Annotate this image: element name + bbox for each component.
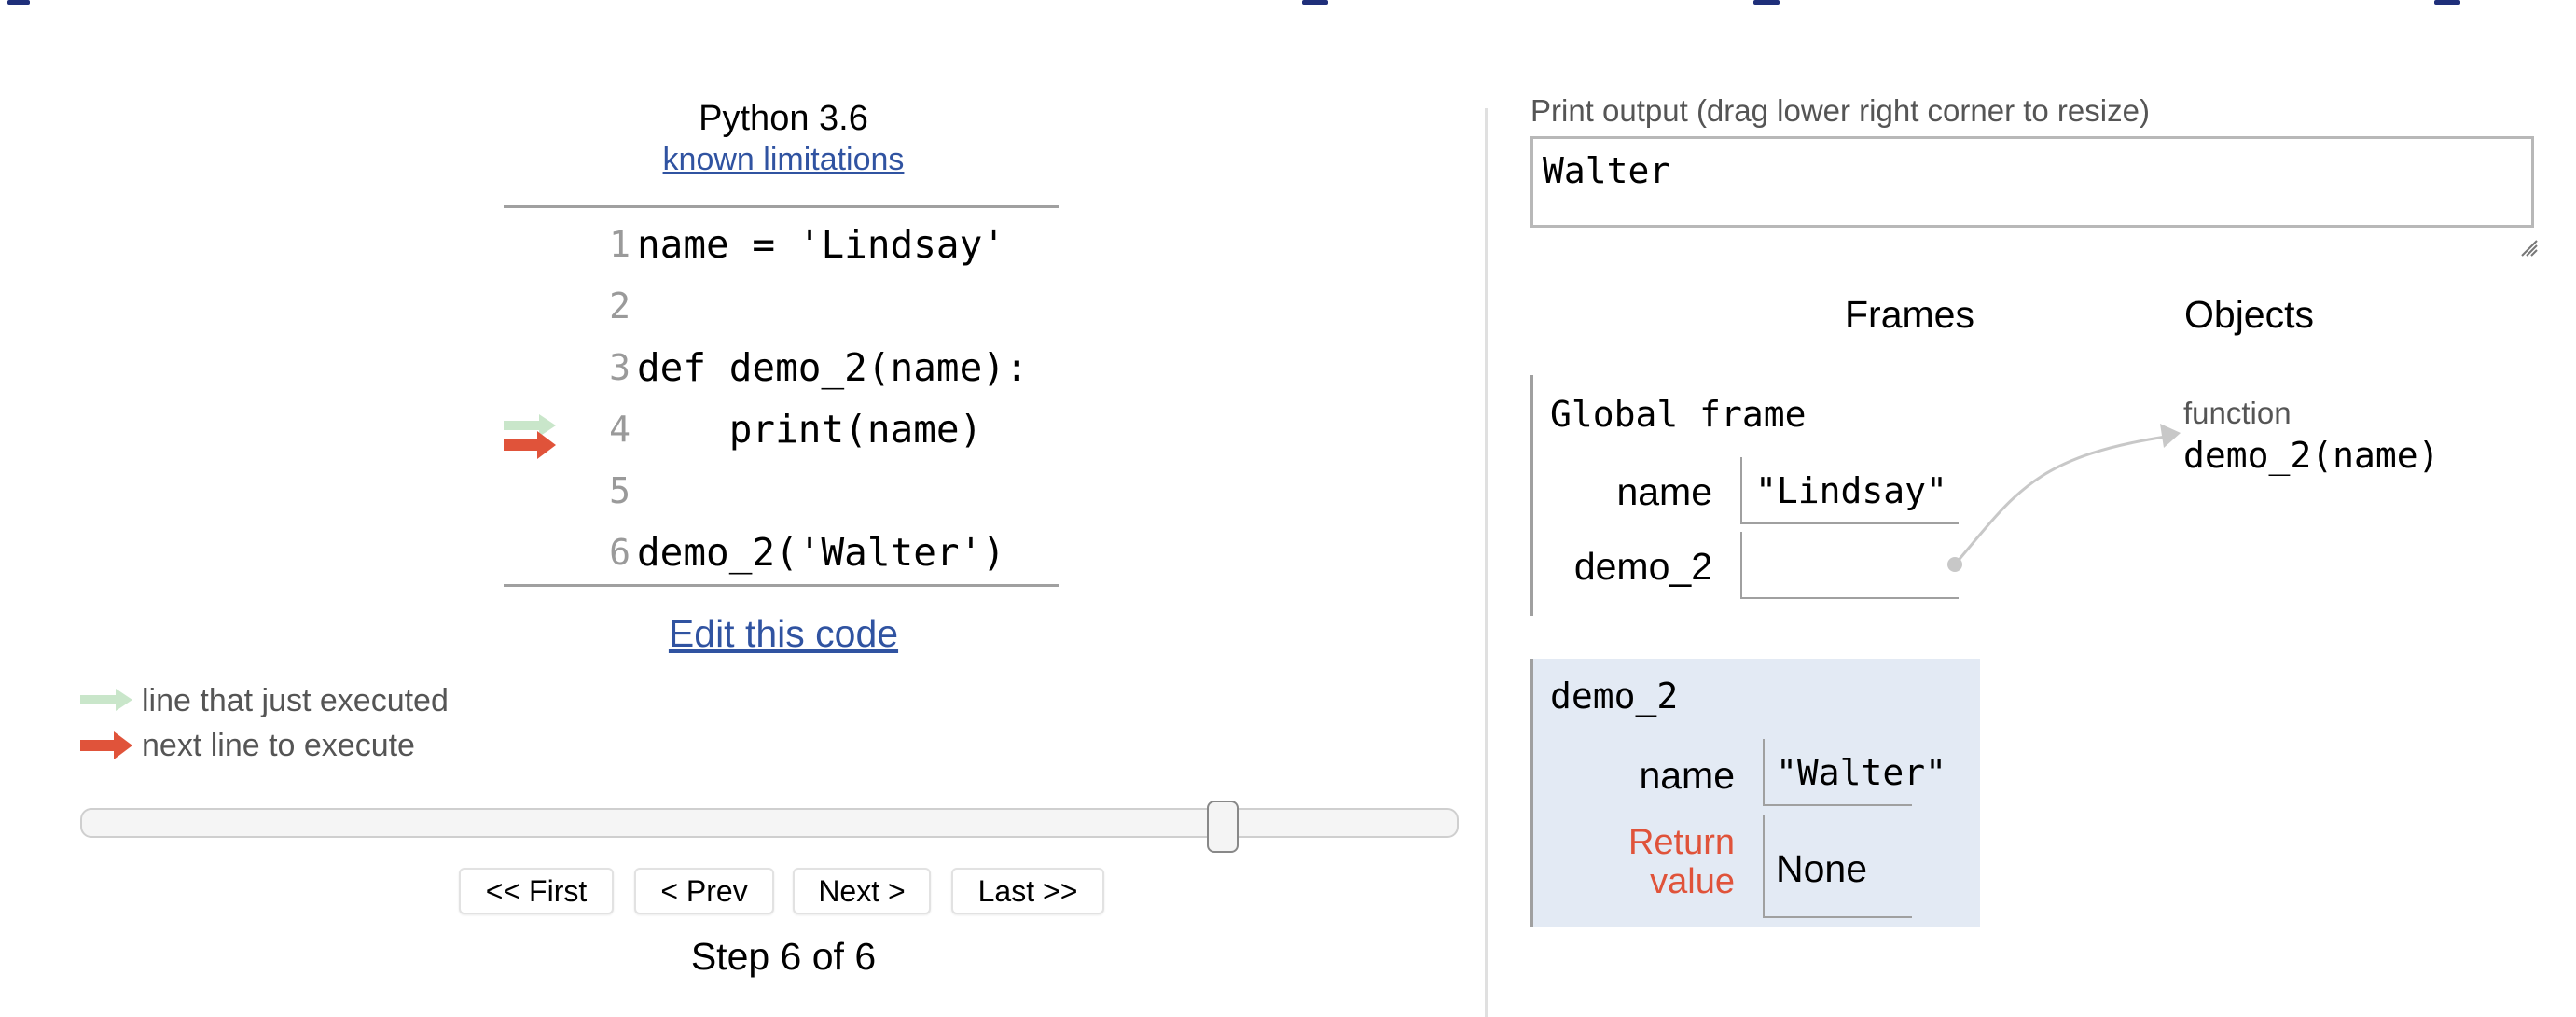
code-text: print(name) [637, 407, 983, 452]
return-value: None [1776, 847, 1868, 890]
var-name-name: name [1639, 754, 1735, 797]
language-label: Python 3.6 [699, 99, 868, 138]
global-frame-border [1530, 375, 1533, 616]
var-value-box-name: "Walter" [1763, 739, 1946, 806]
next-line-arrow-icon [504, 431, 556, 459]
column-divider [1485, 108, 1488, 1017]
print-output-label: Print output (drag lower right corner to… [1530, 93, 2150, 128]
global-frame-title: Global frame [1550, 394, 1807, 435]
demo2-frame-title: demo_2 [1550, 676, 1679, 717]
header-remnant [0, 0, 2576, 9]
line-number: 3 [609, 347, 630, 388]
last-button[interactable]: Last >> [951, 868, 1104, 914]
frames-header: Frames [1845, 293, 1974, 336]
code-top-rule [504, 205, 1059, 208]
code-line-6[interactable]: 6 demo_2('Walter') [504, 522, 1063, 584]
line-number: 4 [609, 409, 630, 450]
code-line-5[interactable]: 5 [504, 461, 1063, 522]
code-line-3[interactable]: 3 def demo_2(name): [504, 338, 1063, 399]
return-value-box: None [1763, 815, 1912, 918]
var-name-demo2: demo_2 [1573, 545, 1712, 588]
function-object: demo_2(name) [2183, 435, 2440, 476]
resize-handle-icon[interactable] [2518, 237, 2539, 258]
var-value-name: "Walter" [1776, 752, 1947, 793]
code-line-4[interactable]: 4 print(name) [504, 399, 1063, 461]
known-limitations-link[interactable]: known limitations [504, 142, 1063, 178]
var-name-name: name [1616, 470, 1712, 513]
objects-header: Objects [2184, 293, 2314, 336]
line-number: 5 [609, 470, 630, 511]
demo2-frame: demo_2 name "Walter" Return value None [1530, 659, 1980, 927]
print-output-box[interactable]: Walter [1530, 136, 2534, 228]
edit-code-link[interactable]: Edit this code [504, 612, 1063, 656]
line-number: 6 [609, 532, 630, 573]
next-line-arrow-icon [80, 731, 132, 759]
just-executed-arrow-icon [80, 689, 132, 711]
step-counter: Step 6 of 6 [690, 935, 877, 978]
next-button[interactable]: Next > [793, 868, 931, 914]
print-output-text: Walter [1543, 150, 1671, 191]
first-button[interactable]: << First [459, 868, 614, 914]
return-value-label: Return value [1627, 823, 1735, 901]
legend-next-line-label: next line to execute [142, 728, 415, 763]
prev-button[interactable]: < Prev [634, 868, 774, 914]
step-slider-track[interactable] [80, 808, 1459, 838]
line-number: 2 [609, 286, 630, 327]
code-bottom-rule [504, 584, 1059, 587]
code-text: demo_2('Walter') [637, 530, 1005, 575]
var-value-name: "Lindsay" [1755, 470, 1947, 511]
code-line-2[interactable]: 2 [504, 276, 1063, 338]
code-text: def demo_2(name): [637, 345, 1029, 390]
legend-just-executed-label: line that just executed [142, 683, 449, 718]
object-type-label: function [2183, 396, 2292, 430]
code-text: name = 'Lindsay' [637, 222, 1005, 267]
step-slider-thumb[interactable] [1207, 801, 1239, 853]
code-line-1[interactable]: 1 name = 'Lindsay' [504, 215, 1063, 276]
line-number: 1 [609, 224, 630, 265]
pointer-arrow [1947, 424, 2181, 572]
